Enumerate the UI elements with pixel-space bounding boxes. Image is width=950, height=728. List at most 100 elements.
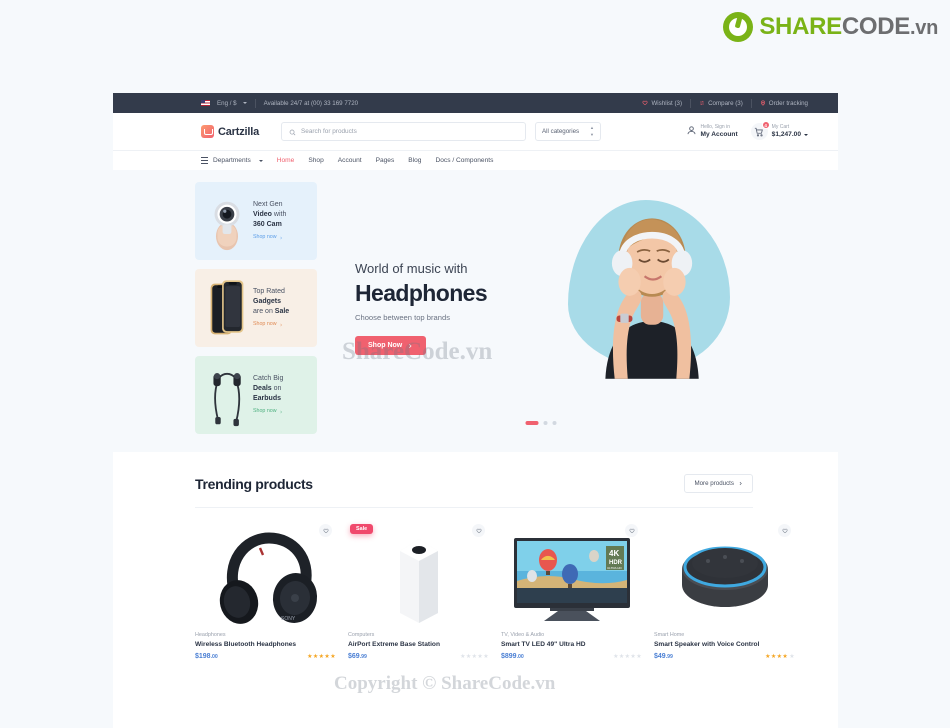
product-name: Smart TV LED 49" Ultra HD [501, 641, 586, 648]
user-icon [686, 123, 697, 141]
echo-dot-smart-speaker-image [681, 546, 768, 607]
compare-icon [699, 100, 705, 106]
divider [750, 98, 752, 108]
hamburger-icon [201, 157, 208, 164]
chevron-right-icon [409, 343, 412, 348]
hero-shop-now-button[interactable]: Shop Now [355, 336, 427, 355]
nav-item-pages[interactable]: Pages [376, 157, 395, 164]
product-meta: $69.99 ★★★★★ [348, 653, 489, 660]
svg-text:ULTRA HD: ULTRA HD [607, 566, 622, 570]
promo-banner-gadgets[interactable]: Top Rated Gadgets are on Sale Shop now [195, 269, 317, 347]
more-products-label: More products [694, 480, 734, 487]
availability-text: Available 24/7 at (00) 33 169 7720 [263, 99, 359, 107]
hero-title: Headphones [355, 280, 488, 306]
promo-banner-column: Next Gen Video with 360 Cam Shop now Top… [195, 182, 317, 434]
promo-line-2: Video with [253, 211, 287, 219]
promo-line-3: are on Sale [253, 308, 290, 316]
departments-menu[interactable]: Departments [201, 157, 263, 164]
nav-item-docs-components[interactable]: Docs / Components [435, 157, 493, 164]
product-category: Headphones [195, 632, 226, 638]
wishlist-icon[interactable] [472, 524, 485, 537]
cart-button[interactable]: 4 My Cart $1,247.00 [750, 121, 808, 140]
departments-label: Departments [213, 157, 251, 164]
product-card[interactable]: 4K HDR ULTRA HD TV, Video & Audio Smart … [501, 520, 642, 660]
search-icon [289, 123, 296, 141]
wishlist-icon[interactable] [625, 524, 638, 537]
search-placeholder: Search for products [301, 128, 357, 135]
product-rating: ★★★★★ [613, 654, 642, 660]
product-price: $69.99 [348, 653, 367, 660]
smart-tv-balloons-image: 4K HDR ULTRA HD [513, 538, 630, 621]
wishlist-icon[interactable] [778, 524, 791, 537]
chevron-down-icon [258, 159, 263, 162]
language-currency-selector[interactable]: Eng / $ [201, 100, 247, 107]
product-card[interactable]: Sale Computers AirPort Extreme Base Stat… [348, 520, 489, 660]
product-card[interactable]: Smart Home Smart Speaker with Voice Cont… [654, 520, 795, 660]
location-pin-icon [760, 100, 766, 106]
earbuds-image [201, 359, 253, 431]
carousel-dot-1[interactable] [525, 420, 539, 425]
promo-banner-earbuds[interactable]: Catch Big Deals on Earbuds Shop now [195, 356, 317, 434]
product-price: $198.00 [195, 653, 218, 660]
brand-name: Cartzilla [218, 125, 259, 138]
promo-text: Top Rated Gadgets are on Sale Shop now [253, 287, 289, 329]
product-rating: ★★★★★ [765, 654, 795, 660]
camera-360-image [201, 185, 253, 257]
promo-banner-360cam[interactable]: Next Gen Video with 360 Cam Shop now [195, 182, 317, 260]
more-products-button[interactable]: More products [684, 474, 753, 493]
sharecode-wordmark: SHARECODE.vn [759, 13, 938, 41]
sharecode-recycle-icon [723, 12, 754, 42]
nav-item-blog[interactable]: Blog [408, 157, 421, 164]
wishlist-icon[interactable] [319, 524, 332, 537]
wishlist-link[interactable]: Wishlist (3) [642, 100, 682, 107]
website-frame: Eng / $ Available 24/7 at (00) 33 169 77… [113, 93, 838, 728]
trending-products-section: Trending products More products SONY Hea… [113, 452, 838, 660]
main-navigation: Departments Home Shop Account Pages Blog… [113, 150, 838, 170]
hero-section: Next Gen Video with 360 Cam Shop now Top… [113, 170, 838, 452]
trending-header: Trending products More products [195, 474, 753, 508]
product-card[interactable]: SONY Headphones Wireless Bluetooth Headp… [195, 520, 336, 660]
account-label: My Account [700, 130, 738, 138]
nav-item-account[interactable]: Account [338, 157, 362, 164]
sale-badge: Sale [350, 524, 374, 534]
product-category: Smart Home [654, 632, 685, 638]
product-image: SONY [195, 520, 336, 632]
cart-total: $1,247.00 [772, 131, 808, 139]
site-header: Cartzilla Search for products All catego… [113, 113, 838, 150]
compare-link[interactable]: Compare (3) [699, 100, 743, 107]
cart-text: My Cart $1,247.00 [772, 124, 808, 138]
nav-item-home[interactable]: Home [277, 157, 295, 164]
brand-logo[interactable]: Cartzilla [201, 125, 259, 138]
promo-line-1: Next Gen [253, 200, 283, 208]
sharecode-share-text: SHARE [759, 13, 842, 40]
airport-extreme-white-tower-image [399, 539, 438, 623]
product-image: 4K HDR ULTRA HD [501, 520, 642, 632]
product-grid: SONY Headphones Wireless Bluetooth Headp… [195, 508, 795, 660]
hero-subtitle: Choose between top brands [355, 313, 450, 322]
promo-line-1: Catch Big [253, 374, 284, 382]
promo-line-3: 360 Cam [253, 221, 282, 229]
product-name: AirPort Extreme Base Station [348, 641, 440, 648]
carousel-dot-3[interactable] [552, 420, 557, 425]
category-select[interactable]: All categories ▲ ▼ [535, 122, 601, 141]
hero-carousel[interactable]: World of music with Headphones Choose be… [329, 182, 753, 434]
my-account-button[interactable]: Hello, Sign in My Account [686, 123, 738, 141]
promo-cta-shop-now[interactable]: Shop now [253, 321, 289, 329]
promo-cta-shop-now[interactable]: Shop now [253, 408, 283, 416]
hero-eyebrow: World of music with [355, 261, 468, 276]
product-rating: ★★★★★ [460, 654, 489, 660]
carousel-pagination[interactable] [525, 420, 557, 425]
carousel-dot-2[interactable] [543, 420, 548, 425]
promo-cta-shop-now[interactable]: Shop now [253, 234, 286, 242]
hero-image [560, 182, 745, 434]
product-image [654, 520, 795, 632]
nav-item-shop[interactable]: Shop [308, 157, 323, 164]
chevron-right-icon [739, 481, 742, 486]
order-tracking-link[interactable]: Order tracking [760, 100, 808, 107]
search-area: Search for products All categories ▲ ▼ [281, 122, 601, 141]
product-rating: ★★★★★ [307, 654, 336, 660]
search-input[interactable]: Search for products [281, 122, 526, 141]
order-tracking-label: Order tracking [768, 99, 808, 107]
iphone-xs-image [201, 272, 253, 344]
category-select-value: All categories [542, 128, 580, 135]
